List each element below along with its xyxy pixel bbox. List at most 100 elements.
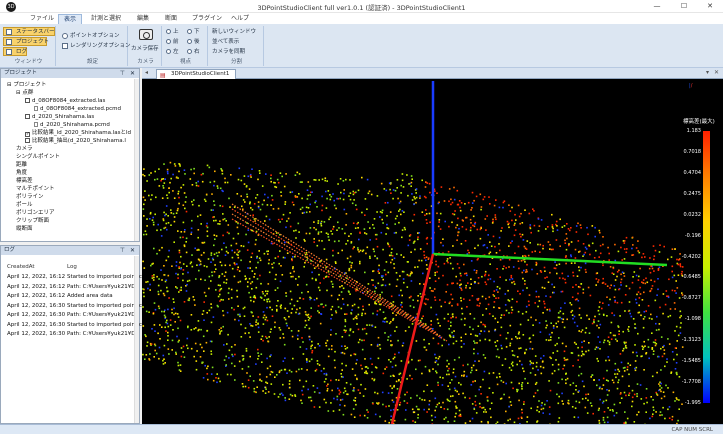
tab-close-icon[interactable]: ✕ (714, 69, 719, 76)
tree-item-label: 標高差 (16, 178, 33, 184)
ribbon-group-split: 新しいウィンドウ 並べて表示 カメラを同期 分割 (210, 26, 264, 66)
legend-tick-label: 0.2475 (683, 190, 702, 197)
radio-icon (166, 39, 171, 44)
visibility-checkbox[interactable] (25, 138, 30, 143)
menu-view[interactable]: 表示 (58, 14, 83, 24)
legend-title: 標高差(最大) (683, 119, 715, 125)
project-toggle[interactable]: プロジェクト (3, 37, 49, 46)
document-tab-bar: ▤ 3DPointStudioClient1 ▾ ✕ ◂ (142, 68, 723, 79)
statusbar-icon (6, 29, 12, 35)
log-col-log[interactable]: Log (67, 263, 77, 271)
view-back-radio[interactable]: 後 (187, 38, 200, 46)
tile-windows-button[interactable]: 並べて表示 (212, 38, 239, 46)
legend-tick-label: 1.183 (686, 128, 701, 134)
log-col-created[interactable]: CreatedAt (7, 263, 35, 271)
log-toggle[interactable]: ログ (3, 47, 27, 56)
tree-item[interactable]: ポリゴンエリア (16, 210, 55, 217)
project-panel: プロジェクト ⊤ ✕ ⊟ プロジェクト ⊟ 点群 d_08OF8084_extrac… (0, 68, 140, 242)
menu-help[interactable]: ヘルプ (226, 14, 254, 24)
log-message-cell: Started to imported point c (67, 302, 142, 309)
log-panel-title: ログ (4, 247, 16, 253)
tree-item-label: d_2020_Shirahama.las (32, 114, 95, 120)
legend-tick-label: 0.4704 (683, 169, 702, 176)
tree-item[interactable]: ポール (16, 202, 33, 209)
view-bottom-radio[interactable]: 下 (187, 28, 200, 36)
view-front-radio[interactable]: 前 (166, 38, 179, 46)
tree-item[interactable]: 距離 (16, 162, 27, 169)
tab-3dpointstudioclient1[interactable]: ▤ 3DPointStudioClient1 (156, 69, 237, 79)
visibility-checkbox[interactable] (25, 114, 30, 119)
log-message-cell: Started to imported point c (67, 321, 142, 328)
close-icon[interactable]: ✕ (130, 69, 135, 78)
gear-icon (62, 33, 68, 39)
minimize-button[interactable]: — (644, 0, 670, 13)
tree-item-label: 縦断面 (16, 226, 33, 232)
ribbon: ステータスバー プロジェクト ログ ウィンドウ ポイントオプション レンダリング… (0, 24, 723, 68)
pin-icon[interactable]: ⊤ (120, 246, 125, 255)
sync-camera-button[interactable]: カメラを同期 (212, 48, 245, 56)
window-title: 3DPointStudioClient full ver1.0.1 (認証済) … (257, 4, 466, 12)
tree-item[interactable]: シングルポイント (16, 154, 60, 161)
log-scrollbar[interactable] (134, 256, 139, 423)
tree-item[interactable]: クリップ断面 (16, 218, 49, 225)
tree-item[interactable]: ⊟ プロジェクト (7, 82, 46, 89)
tree-item[interactable]: d_2020_Shirahama.las (25, 114, 94, 121)
tree-item[interactable]: ⊟ 点群 (16, 90, 33, 97)
camera-save-button[interactable]: カメラ保存 (131, 45, 159, 53)
legend-tick-label: 0.0232 (683, 211, 702, 218)
log-panel: ログ ⊤ ✕ CreatedAt Log April 12, 2022, 16:… (0, 245, 142, 424)
tree-item[interactable]: カメラ (16, 146, 33, 153)
new-window-button[interactable]: 新しいウィンドウ (212, 28, 256, 36)
file-icon (34, 122, 38, 127)
tree-item[interactable]: d_08OF8084_extracted.las (25, 98, 105, 105)
menu-edit[interactable]: 編集 (132, 14, 154, 24)
tree-item[interactable]: 標高差 (16, 178, 33, 185)
point-option-button[interactable]: ポイントオプション (60, 32, 120, 40)
render-icon (62, 43, 68, 49)
statusbar-toggle[interactable]: ステータスバー (3, 27, 55, 36)
render-option-button[interactable]: レンダリングオプション (60, 42, 131, 50)
tree-item[interactable]: 比較結果_ld_2020_Shirahama.lasとld (25, 130, 131, 137)
point-cloud-viewport[interactable]: 標高差(最大) 1.183 0.7018 0.4704 0.2475 0.0232 -0.… (142, 79, 723, 424)
view-left-radio[interactable]: 左 (166, 48, 179, 56)
view-right-radio[interactable]: 右 (187, 48, 200, 56)
project-scrollbar[interactable] (134, 79, 139, 241)
tree-item[interactable]: 角度 (16, 170, 27, 177)
menu-measure-select[interactable]: 計測と選択 (86, 14, 126, 24)
tree-item[interactable]: 縦断面 (16, 226, 33, 233)
pin-icon[interactable]: ⊤ (120, 69, 125, 78)
ribbon-group-label: 分割 (230, 59, 242, 65)
log-message-cell: Started to imported point c (67, 274, 142, 280)
tab-dropdown-icon[interactable]: ▾ (706, 69, 709, 76)
tree-item[interactable]: d_2020_Shirahama.pcmd (34, 122, 110, 129)
ribbon-group-viewpoint: 上 下 前 後 左 右 視点 (164, 26, 208, 66)
legend-tick-label: -0.196 (684, 232, 701, 239)
menu-file[interactable]: ファイル (25, 14, 59, 24)
project-panel-header: プロジェクト ⊤ ✕ (1, 69, 139, 78)
log-message-cell: Path: C:¥Users¥yuk21¥De (67, 312, 139, 318)
tree-item-label: 比較結果_抽出(d_2020_Shirahama.l (32, 138, 126, 144)
legend-tick-label: 0.7018 (683, 148, 702, 155)
point-cloud-canvas[interactable] (142, 79, 723, 424)
menu-section[interactable]: 断面 (160, 14, 182, 24)
tree-item[interactable]: d_08OF8084_extracted.pcmd (34, 106, 121, 113)
file-icon (34, 106, 38, 111)
visibility-checkbox[interactable] (25, 98, 30, 103)
tab-scroll-icon[interactable]: ◂ (145, 69, 148, 76)
log-created-cell: April 12, 2022, 16:30 (7, 321, 66, 328)
view-top-radio[interactable]: 上 (166, 28, 179, 36)
tree-item-label: d_2020_Shirahama.pcmd (40, 122, 110, 128)
tree-item[interactable]: 比較結果_抽出(d_2020_Shirahama.l (25, 138, 126, 145)
close-button[interactable]: ✕ (697, 0, 723, 13)
radio-icon (187, 29, 192, 34)
project-icon (6, 39, 12, 45)
close-icon[interactable]: ✕ (130, 246, 135, 255)
tree-item-label: d_08OF8084_extracted.las (32, 98, 106, 104)
visibility-checkbox[interactable] (25, 132, 30, 137)
tree-item[interactable]: ポリライン (16, 194, 44, 201)
status-bar: CAP NUM SCRL (0, 424, 723, 434)
maximize-button[interactable]: ☐ (671, 0, 697, 13)
tree-item[interactable]: マルチポイント (16, 186, 55, 193)
ribbon-group-label: ウィンドウ (14, 59, 43, 65)
menu-plugin[interactable]: プラグイン (187, 14, 227, 24)
